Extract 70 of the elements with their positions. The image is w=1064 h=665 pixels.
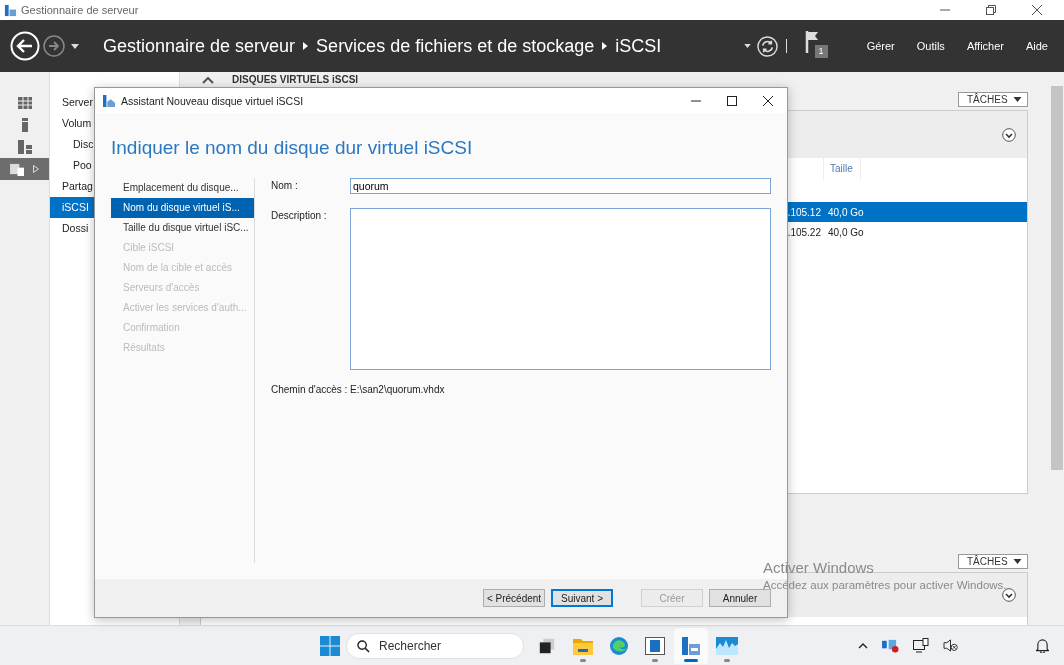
caret-icon[interactable]: [743, 44, 751, 48]
menu-item[interactable]: Aide: [1025, 40, 1048, 52]
chevron-up-icon[interactable]: [858, 642, 868, 649]
server-manager-icon: [681, 635, 701, 656]
flag-icon[interactable]: [804, 31, 821, 53]
collapse-icon[interactable]: [202, 76, 214, 84]
display-icon[interactable]: [913, 637, 929, 654]
breadcrumb-item[interactable]: iSCSI: [615, 35, 662, 57]
name-field[interactable]: quorum: [350, 178, 771, 194]
folder-icon: [573, 636, 593, 655]
expand-icon[interactable]: [1002, 127, 1016, 142]
separator-icon: [303, 42, 309, 50]
column-header[interactable]: Taille: [824, 158, 861, 180]
server-icon: [21, 118, 28, 132]
table-cell: 40,0 Go: [828, 206, 864, 218]
storage-icon: [10, 162, 25, 176]
separator-icon: [602, 42, 608, 50]
close-icon[interactable]: [763, 95, 773, 106]
browser-icon: [609, 635, 629, 656]
tasks-button[interactable]: TÂCHES: [958, 92, 1028, 107]
table-cell: 40,0 Go: [828, 226, 864, 238]
search-field[interactable]: Rechercher: [346, 632, 524, 659]
speaker-muted-icon[interactable]: [943, 639, 958, 652]
wizard-heading: Indiquer le nom du disque dur virtuel iSCSI: [110, 136, 474, 160]
window-icon: [645, 636, 665, 655]
notification-badge: 1: [814, 45, 828, 58]
grid-icon: [17, 97, 32, 109]
description-field[interactable]: [350, 208, 771, 370]
table-cell: .105.12: [787, 206, 821, 218]
caret-icon: [1013, 97, 1022, 102]
performance-monitor-icon: [716, 636, 738, 655]
caret-icon[interactable]: [71, 43, 79, 49]
field-label: Description :: [271, 209, 328, 223]
caret-icon: [1013, 559, 1022, 564]
search-icon: [357, 639, 370, 653]
dialog-title: Assistant Nouveau disque virtuel iSCSI: [121, 94, 304, 107]
field-label: Chemin d'accès :: [271, 383, 349, 397]
window-title: Gestionnaire de serveur: [21, 4, 139, 16]
dialog-button[interactable]: Annuler: [709, 589, 771, 607]
start-icon[interactable]: [320, 635, 340, 656]
wizard-icon: [103, 94, 115, 107]
close-icon[interactable]: [1032, 5, 1042, 15]
dialog-button[interactable]: Suivant >: [551, 589, 613, 607]
table-cell: .105.22: [787, 226, 821, 238]
restore-icon[interactable]: [986, 5, 996, 15]
expand-icon[interactable]: [1002, 588, 1016, 602]
expand-arrow-icon: [33, 165, 39, 173]
task-view-icon: [538, 636, 556, 655]
menu-item[interactable]: Outils: [916, 40, 945, 52]
wizard-step[interactable]: Taille du disque virtuel iSC...: [111, 218, 254, 238]
field-label: Nom :: [271, 179, 299, 193]
breadcrumb-item[interactable]: Gestionnaire de serveur: [103, 35, 296, 57]
tasks-button[interactable]: TÂCHES: [958, 554, 1028, 569]
menu-item[interactable]: Gérer: [866, 40, 895, 52]
menu-item[interactable]: Afficher: [966, 40, 1004, 52]
roles-icon: [17, 140, 32, 154]
maximize-icon[interactable]: [727, 95, 737, 106]
path-value: E:\san2\quorum.vhdx: [350, 383, 445, 397]
dialog-button[interactable]: < Précédent: [483, 589, 545, 607]
back-icon[interactable]: [10, 31, 40, 61]
wizard-step[interactable]: Emplacement du disque...: [111, 178, 254, 198]
bell-icon[interactable]: [1036, 638, 1049, 653]
server-manager-icon: [4, 3, 17, 17]
refresh-icon[interactable]: [756, 35, 778, 57]
wizard-step[interactable]: Nom du disque virtuel iS...: [111, 198, 254, 218]
section-title: DISQUES VIRTUELS iSCSI: [232, 74, 359, 86]
forward-icon[interactable]: [43, 35, 65, 57]
network-error-icon[interactable]: [882, 638, 899, 653]
rail-item[interactable]: [0, 158, 49, 180]
breadcrumb-item[interactable]: Services de fichiers et de stockage: [316, 35, 595, 57]
